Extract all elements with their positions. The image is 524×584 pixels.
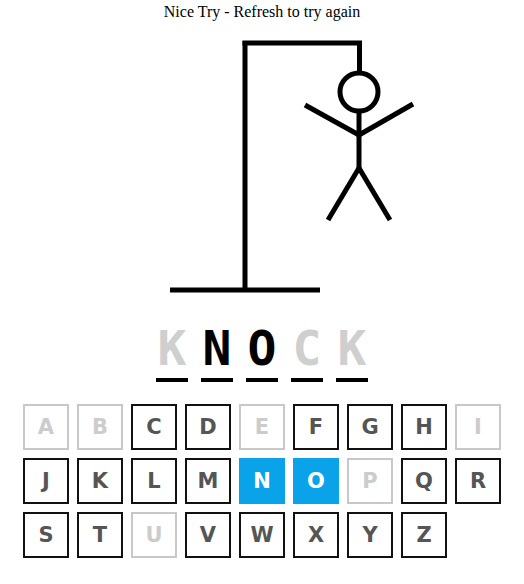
- hangman-left-leg: [328, 168, 359, 220]
- keyboard: ABCDEFGHI JKLMNOPQR STUVWXYZ: [23, 404, 501, 558]
- word-letter: N: [201, 318, 233, 382]
- word-letter: K: [156, 318, 188, 382]
- hangman-game: Nice Try - Refresh to try again KNOCK AB…: [0, 0, 524, 584]
- letter-key[interactable]: L: [131, 458, 177, 504]
- letter-key[interactable]: V: [185, 512, 231, 558]
- hangman-right-arm: [359, 104, 413, 135]
- letter-key[interactable]: S: [23, 512, 69, 558]
- letter-key[interactable]: F: [293, 404, 339, 450]
- letter-key: A: [23, 404, 69, 450]
- letter-key[interactable]: T: [77, 512, 123, 558]
- gallows-rope: [357, 43, 362, 73]
- letter-key[interactable]: Z: [401, 512, 447, 558]
- letter-key[interactable]: X: [293, 512, 339, 558]
- gallows-figure: [0, 22, 524, 302]
- gallows-beam: [243, 41, 363, 46]
- letter-key[interactable]: N: [239, 458, 285, 504]
- letter-key[interactable]: G: [347, 404, 393, 450]
- letter-key: U: [131, 512, 177, 558]
- letter-key: E: [239, 404, 285, 450]
- word: KNOCK: [156, 318, 368, 382]
- hangman-right-leg: [359, 168, 390, 220]
- word-letter: K: [336, 318, 368, 382]
- gallows-pole: [243, 41, 248, 290]
- letter-key[interactable]: D: [185, 404, 231, 450]
- letter-key: B: [77, 404, 123, 450]
- word-letter: O: [246, 318, 278, 382]
- letter-key[interactable]: Q: [401, 458, 447, 504]
- letter-key[interactable]: R: [455, 458, 501, 504]
- letter-key[interactable]: M: [185, 458, 231, 504]
- letter-key[interactable]: K: [77, 458, 123, 504]
- letter-key: P: [347, 458, 393, 504]
- letter-key[interactable]: O: [293, 458, 339, 504]
- status-message: Nice Try - Refresh to try again: [164, 2, 360, 22]
- letter-key[interactable]: J: [23, 458, 69, 504]
- letter-key[interactable]: Y: [347, 512, 393, 558]
- letter-key[interactable]: H: [401, 404, 447, 450]
- letter-key[interactable]: C: [131, 404, 177, 450]
- letter-key: I: [455, 404, 501, 450]
- word-letter: C: [291, 318, 323, 382]
- hangman-head: [340, 73, 378, 111]
- letter-key[interactable]: W: [239, 512, 285, 558]
- hangman-left-arm: [305, 105, 359, 135]
- hangman-body: [357, 111, 362, 168]
